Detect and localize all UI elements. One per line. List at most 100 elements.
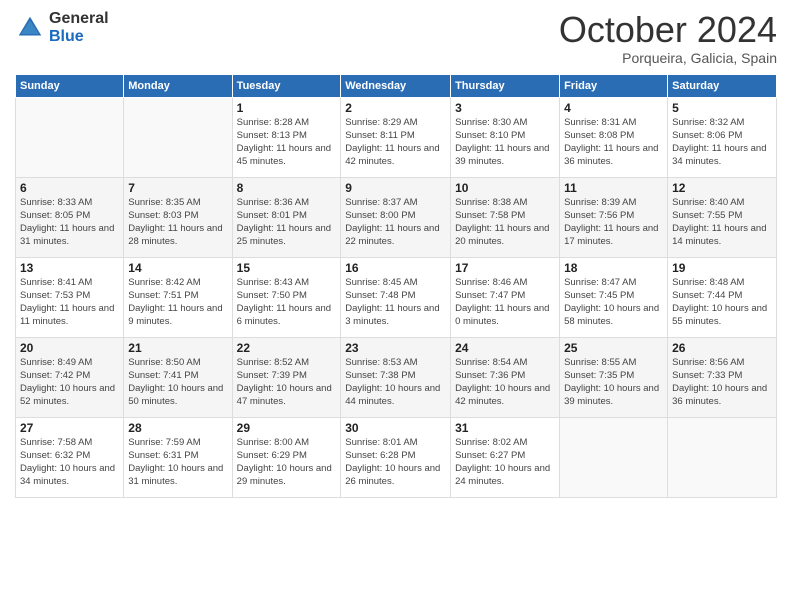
calendar-cell: 22Sunrise: 8:52 AM Sunset: 7:39 PM Dayli…: [232, 337, 341, 417]
day-number: 23: [345, 341, 446, 355]
day-info: Sunrise: 8:56 AM Sunset: 7:33 PM Dayligh…: [672, 356, 772, 409]
calendar-week-row: 27Sunrise: 7:58 AM Sunset: 6:32 PM Dayli…: [16, 417, 777, 497]
day-info: Sunrise: 8:41 AM Sunset: 7:53 PM Dayligh…: [20, 276, 119, 329]
day-number: 1: [237, 101, 337, 115]
calendar-cell: 19Sunrise: 8:48 AM Sunset: 7:44 PM Dayli…: [668, 257, 777, 337]
day-number: 11: [564, 181, 663, 195]
day-number: 10: [455, 181, 555, 195]
day-info: Sunrise: 8:01 AM Sunset: 6:28 PM Dayligh…: [345, 436, 446, 489]
weekday-header: Wednesday: [341, 74, 451, 97]
day-number: 19: [672, 261, 772, 275]
day-info: Sunrise: 8:55 AM Sunset: 7:35 PM Dayligh…: [564, 356, 663, 409]
day-info: Sunrise: 8:39 AM Sunset: 7:56 PM Dayligh…: [564, 196, 663, 249]
calendar-week-row: 6Sunrise: 8:33 AM Sunset: 8:05 PM Daylig…: [16, 177, 777, 257]
day-info: Sunrise: 8:29 AM Sunset: 8:11 PM Dayligh…: [345, 116, 446, 169]
day-number: 27: [20, 421, 119, 435]
logo-icon: [15, 13, 45, 43]
month-title: October 2024: [559, 10, 777, 50]
calendar-cell: 9Sunrise: 8:37 AM Sunset: 8:00 PM Daylig…: [341, 177, 451, 257]
calendar-week-row: 20Sunrise: 8:49 AM Sunset: 7:42 PM Dayli…: [16, 337, 777, 417]
day-number: 6: [20, 181, 119, 195]
day-info: Sunrise: 8:37 AM Sunset: 8:00 PM Dayligh…: [345, 196, 446, 249]
weekday-header: Tuesday: [232, 74, 341, 97]
calendar-cell: 23Sunrise: 8:53 AM Sunset: 7:38 PM Dayli…: [341, 337, 451, 417]
calendar-cell: [16, 97, 124, 177]
calendar-cell: 28Sunrise: 7:59 AM Sunset: 6:31 PM Dayli…: [124, 417, 232, 497]
day-number: 26: [672, 341, 772, 355]
day-number: 22: [237, 341, 337, 355]
day-number: 21: [128, 341, 227, 355]
day-info: Sunrise: 8:45 AM Sunset: 7:48 PM Dayligh…: [345, 276, 446, 329]
calendar-cell: 6Sunrise: 8:33 AM Sunset: 8:05 PM Daylig…: [16, 177, 124, 257]
day-info: Sunrise: 8:53 AM Sunset: 7:38 PM Dayligh…: [345, 356, 446, 409]
calendar-cell: 12Sunrise: 8:40 AM Sunset: 7:55 PM Dayli…: [668, 177, 777, 257]
calendar-cell: 14Sunrise: 8:42 AM Sunset: 7:51 PM Dayli…: [124, 257, 232, 337]
logo: General Blue: [15, 10, 109, 45]
day-number: 2: [345, 101, 446, 115]
day-info: Sunrise: 8:32 AM Sunset: 8:06 PM Dayligh…: [672, 116, 772, 169]
calendar-cell: 21Sunrise: 8:50 AM Sunset: 7:41 PM Dayli…: [124, 337, 232, 417]
weekday-header: Saturday: [668, 74, 777, 97]
day-info: Sunrise: 8:38 AM Sunset: 7:58 PM Dayligh…: [455, 196, 555, 249]
header: General Blue October 2024 Porqueira, Gal…: [15, 10, 777, 66]
calendar-cell: 30Sunrise: 8:01 AM Sunset: 6:28 PM Dayli…: [341, 417, 451, 497]
calendar-cell: 27Sunrise: 7:58 AM Sunset: 6:32 PM Dayli…: [16, 417, 124, 497]
calendar-cell: 15Sunrise: 8:43 AM Sunset: 7:50 PM Dayli…: [232, 257, 341, 337]
day-info: Sunrise: 8:42 AM Sunset: 7:51 PM Dayligh…: [128, 276, 227, 329]
calendar-cell: 29Sunrise: 8:00 AM Sunset: 6:29 PM Dayli…: [232, 417, 341, 497]
day-info: Sunrise: 8:52 AM Sunset: 7:39 PM Dayligh…: [237, 356, 337, 409]
calendar-cell: 20Sunrise: 8:49 AM Sunset: 7:42 PM Dayli…: [16, 337, 124, 417]
logo-general: General: [49, 10, 109, 28]
day-number: 16: [345, 261, 446, 275]
day-number: 30: [345, 421, 446, 435]
day-number: 7: [128, 181, 227, 195]
weekday-header: Sunday: [16, 74, 124, 97]
day-info: Sunrise: 8:46 AM Sunset: 7:47 PM Dayligh…: [455, 276, 555, 329]
day-info: Sunrise: 8:48 AM Sunset: 7:44 PM Dayligh…: [672, 276, 772, 329]
day-number: 25: [564, 341, 663, 355]
calendar-cell: 25Sunrise: 8:55 AM Sunset: 7:35 PM Dayli…: [560, 337, 668, 417]
calendar-cell: 3Sunrise: 8:30 AM Sunset: 8:10 PM Daylig…: [451, 97, 560, 177]
calendar-cell: 31Sunrise: 8:02 AM Sunset: 6:27 PM Dayli…: [451, 417, 560, 497]
day-info: Sunrise: 8:28 AM Sunset: 8:13 PM Dayligh…: [237, 116, 337, 169]
day-number: 13: [20, 261, 119, 275]
day-number: 14: [128, 261, 227, 275]
day-number: 12: [672, 181, 772, 195]
calendar-cell: 5Sunrise: 8:32 AM Sunset: 8:06 PM Daylig…: [668, 97, 777, 177]
calendar-cell: [124, 97, 232, 177]
weekday-header: Monday: [124, 74, 232, 97]
day-number: 5: [672, 101, 772, 115]
day-info: Sunrise: 8:43 AM Sunset: 7:50 PM Dayligh…: [237, 276, 337, 329]
day-number: 28: [128, 421, 227, 435]
weekday-header: Thursday: [451, 74, 560, 97]
calendar-cell: [668, 417, 777, 497]
day-number: 4: [564, 101, 663, 115]
calendar-week-row: 13Sunrise: 8:41 AM Sunset: 7:53 PM Dayli…: [16, 257, 777, 337]
logo-blue: Blue: [49, 28, 109, 46]
calendar-cell: 24Sunrise: 8:54 AM Sunset: 7:36 PM Dayli…: [451, 337, 560, 417]
calendar-cell: 17Sunrise: 8:46 AM Sunset: 7:47 PM Dayli…: [451, 257, 560, 337]
logo-text: General Blue: [49, 10, 109, 45]
day-info: Sunrise: 7:58 AM Sunset: 6:32 PM Dayligh…: [20, 436, 119, 489]
day-number: 24: [455, 341, 555, 355]
day-number: 15: [237, 261, 337, 275]
day-info: Sunrise: 8:35 AM Sunset: 8:03 PM Dayligh…: [128, 196, 227, 249]
calendar-cell: 16Sunrise: 8:45 AM Sunset: 7:48 PM Dayli…: [341, 257, 451, 337]
day-info: Sunrise: 8:50 AM Sunset: 7:41 PM Dayligh…: [128, 356, 227, 409]
title-block: October 2024 Porqueira, Galicia, Spain: [559, 10, 777, 66]
calendar-cell: 10Sunrise: 8:38 AM Sunset: 7:58 PM Dayli…: [451, 177, 560, 257]
location-subtitle: Porqueira, Galicia, Spain: [559, 50, 777, 66]
calendar-cell: 26Sunrise: 8:56 AM Sunset: 7:33 PM Dayli…: [668, 337, 777, 417]
calendar-week-row: 1Sunrise: 8:28 AM Sunset: 8:13 PM Daylig…: [16, 97, 777, 177]
calendar-cell: 13Sunrise: 8:41 AM Sunset: 7:53 PM Dayli…: [16, 257, 124, 337]
day-number: 8: [237, 181, 337, 195]
day-info: Sunrise: 7:59 AM Sunset: 6:31 PM Dayligh…: [128, 436, 227, 489]
day-number: 9: [345, 181, 446, 195]
calendar-cell: 1Sunrise: 8:28 AM Sunset: 8:13 PM Daylig…: [232, 97, 341, 177]
day-number: 29: [237, 421, 337, 435]
day-info: Sunrise: 8:33 AM Sunset: 8:05 PM Dayligh…: [20, 196, 119, 249]
day-number: 3: [455, 101, 555, 115]
calendar-cell: 4Sunrise: 8:31 AM Sunset: 8:08 PM Daylig…: [560, 97, 668, 177]
day-info: Sunrise: 8:47 AM Sunset: 7:45 PM Dayligh…: [564, 276, 663, 329]
day-number: 17: [455, 261, 555, 275]
